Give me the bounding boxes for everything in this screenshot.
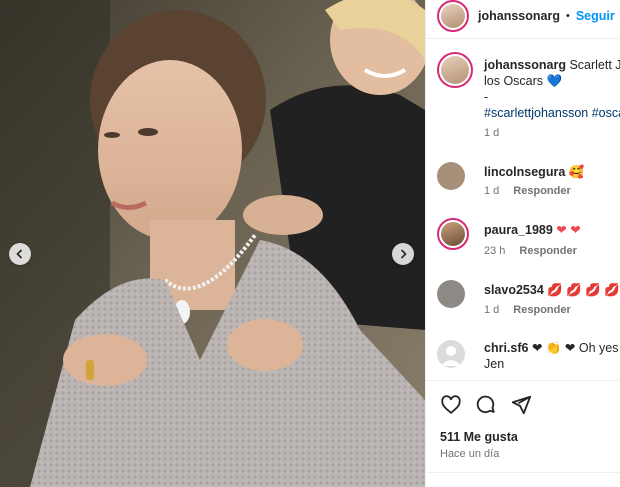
comment-text: ❤ 👏 ❤ Oh yes: [531, 341, 619, 355]
follow-button[interactable]: Seguir: [576, 9, 615, 23]
comment-text-line2: Jen: [484, 357, 505, 371]
post-timestamp: Hace un día: [440, 448, 500, 460]
avatar[interactable]: [437, 0, 469, 32]
post-photo[interactable]: [0, 0, 425, 487]
caption-username[interactable]: johanssonarg: [484, 58, 566, 72]
comment-meta: 1 d Responder: [484, 304, 571, 316]
comment-age: 1 d: [484, 304, 500, 316]
comment-avatar[interactable]: [437, 218, 469, 250]
likes-count[interactable]: 511 Me gusta: [440, 430, 518, 444]
caption-hashtags[interactable]: #scarlettjohansson #oscar: [484, 105, 620, 121]
comment-avatar[interactable]: [437, 280, 465, 308]
comment-meta: 23 h Responder: [484, 245, 577, 257]
chevron-left-icon: [16, 249, 23, 259]
header-divider: [426, 38, 620, 39]
comment-icon[interactable]: [475, 394, 497, 416]
caption-avatar[interactable]: [437, 52, 473, 88]
caption-line2-text: los Oscars: [484, 74, 544, 88]
bottom-divider: [426, 472, 620, 473]
comment-username[interactable]: chri.sf6: [484, 341, 528, 355]
comment-username[interactable]: slavo2534: [484, 283, 544, 297]
heart-icon[interactable]: [440, 394, 462, 416]
action-bar: [440, 394, 532, 416]
comment-meta: 1 d Responder: [484, 185, 571, 197]
caption-emoji: 💙: [546, 74, 563, 88]
comment-avatar[interactable]: [437, 162, 465, 190]
comment-item: lincolnsegura 🥰 1 d Responder: [437, 162, 620, 202]
comment-age: 23 h: [484, 245, 506, 257]
next-photo-button[interactable]: [392, 243, 414, 265]
comment-username[interactable]: paura_1989: [484, 223, 553, 237]
comment-item: paura_1989 ❤ ❤ 23 h Responder: [437, 218, 620, 258]
reply-button[interactable]: Responder: [513, 185, 570, 197]
post-header: johanssonarg • Seguir: [426, 0, 620, 32]
previous-photo-button[interactable]: [9, 243, 31, 265]
chevron-right-icon: [400, 249, 407, 259]
reply-button[interactable]: Responder: [513, 304, 570, 316]
separator-dot: •: [565, 10, 570, 22]
actions-divider: [426, 380, 620, 381]
share-icon[interactable]: [510, 394, 532, 416]
caption: johanssonarg Scarlett Jo los Oscars 💙 - …: [437, 52, 620, 142]
post-username[interactable]: johanssonarg: [478, 9, 560, 23]
caption-line2: los Oscars 💙: [484, 73, 562, 89]
comment-username[interactable]: lincolnsegura: [484, 165, 565, 179]
comment-age: 1 d: [484, 185, 500, 197]
comment-text: 💋 💋 💋 💋 💋: [547, 283, 620, 297]
post-side-panel: johanssonarg • Seguir johanssonarg Scarl…: [425, 0, 620, 487]
caption-text: Scarlett Jo: [569, 58, 620, 72]
photo-image: [0, 0, 425, 487]
reply-button[interactable]: Responder: [519, 245, 576, 257]
comment-text: 🥰: [568, 165, 585, 179]
comment-item: chri.sf6 ❤ 👏 ❤ Oh yes Jen: [437, 340, 620, 374]
caption-age: 1 d: [484, 127, 500, 139]
comment-item: slavo2534 💋 💋 💋 💋 💋 1 d Responder: [437, 280, 620, 320]
comment-text: ❤ ❤: [556, 223, 581, 237]
caption-line1: johanssonarg Scarlett Jo: [484, 57, 620, 73]
caption-dash: -: [484, 90, 489, 104]
default-avatar-icon[interactable]: [437, 340, 465, 368]
